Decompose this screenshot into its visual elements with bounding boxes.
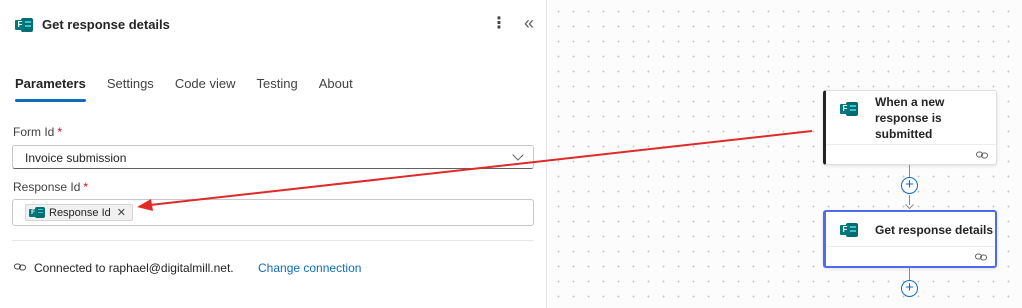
tab-code-view[interactable]: Code view xyxy=(175,76,236,102)
chevron-down-icon xyxy=(512,149,524,161)
form-id-label: Form Id * xyxy=(13,125,63,139)
arrow-down-icon xyxy=(905,204,914,209)
required-marker: * xyxy=(57,125,63,139)
panel-header: F Get response details ⋮ « xyxy=(0,0,547,50)
trigger-node-card[interactable]: F When a new response is submitted xyxy=(823,90,997,165)
form-id-dropdown[interactable]: Invoice submission xyxy=(12,145,534,169)
forms-logo-icon: F xyxy=(15,17,33,33)
dynamic-content-token[interactable]: F Response Id ✕ xyxy=(25,204,133,221)
panel-title: Get response details xyxy=(42,17,170,32)
response-id-label: Response Id * xyxy=(13,180,89,194)
flow-canvas[interactable]: F When a new response is submitted + F G… xyxy=(548,0,1022,308)
link-icon xyxy=(975,253,987,261)
tab-parameters[interactable]: Parameters xyxy=(15,76,86,102)
required-marker: * xyxy=(83,180,89,194)
tab-about[interactable]: About xyxy=(319,76,353,102)
remove-token-icon[interactable]: ✕ xyxy=(117,206,126,219)
token-label: Response Id xyxy=(49,206,111,219)
link-icon xyxy=(976,151,988,159)
action-node-title: Get response details xyxy=(875,223,994,237)
form-id-value: Invoice submission xyxy=(25,151,127,165)
response-id-input[interactable]: F Response Id ✕ xyxy=(12,199,534,226)
collapse-panel-icon[interactable]: « xyxy=(520,13,538,33)
node-footer xyxy=(826,246,995,266)
change-connection-link[interactable]: Change connection xyxy=(258,261,361,275)
forms-logo-icon: F xyxy=(840,222,858,238)
tab-list: Parameters Settings Code view Testing Ab… xyxy=(15,76,353,102)
divider xyxy=(12,240,534,241)
node-footer xyxy=(826,144,996,164)
trigger-node-title: When a new response is submitted xyxy=(875,95,945,141)
action-node-card[interactable]: F Get response details xyxy=(823,210,997,268)
more-options-icon[interactable]: ⋮ xyxy=(491,14,507,34)
tab-settings[interactable]: Settings xyxy=(107,76,154,102)
details-panel: F Get response details ⋮ « Parameters Se… xyxy=(0,0,547,308)
forms-logo-icon: F xyxy=(840,101,858,117)
tab-testing[interactable]: Testing xyxy=(257,76,298,102)
connection-status: Connected to raphael@digitalmill.net. xyxy=(34,261,234,275)
forms-logo-icon: F xyxy=(29,206,45,219)
link-icon xyxy=(14,263,26,271)
add-step-button[interactable]: + xyxy=(901,280,918,297)
add-step-button[interactable]: + xyxy=(901,177,918,194)
